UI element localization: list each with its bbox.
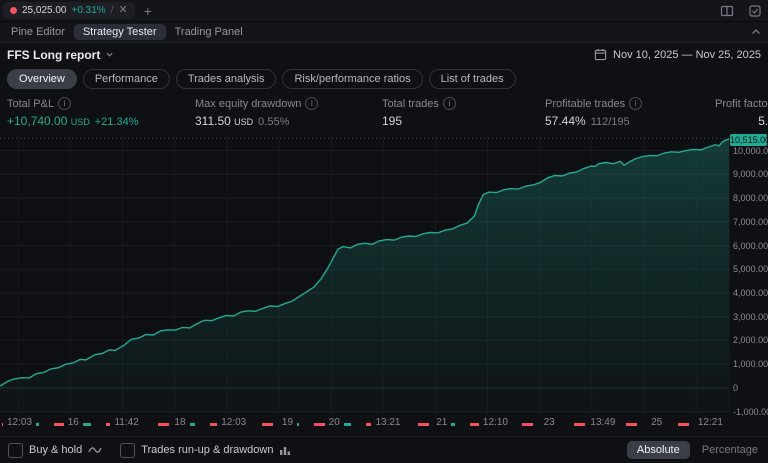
y-axis-label: 2,000.00 — [733, 335, 768, 345]
stat-label: Total trades — [382, 97, 439, 110]
chevron-down-icon — [106, 52, 113, 57]
x-axis-label: 16 — [63, 414, 83, 431]
editor-tab-bar: Pine Editor Strategy Tester Trading Pane… — [0, 22, 768, 43]
x-axis-label: 20 — [324, 414, 344, 431]
stat-extra: 112/195 — [590, 116, 630, 128]
percentage-button[interactable]: Percentage — [702, 444, 760, 456]
absolute-button[interactable]: Absolute — [626, 441, 690, 459]
x-axis-label: 12:03 — [217, 414, 251, 431]
y-axis-label: 8,000.00 — [733, 193, 768, 203]
checkbox-icon[interactable] — [120, 442, 136, 458]
stat-extra: 0.55% — [258, 116, 290, 128]
footer-bar: Buy & hold Trades run-up & drawdown Abso… — [0, 436, 768, 463]
x-axis-label: 12:21 — [693, 414, 727, 431]
stat-label: Profit factor — [715, 97, 768, 110]
trades-runup-drawdown-checkbox[interactable]: Trades run-up & drawdown — [120, 442, 291, 458]
x-axis-label: 21 — [432, 414, 452, 431]
equity-plot-area[interactable] — [0, 134, 730, 414]
x-axis-label: 25 — [647, 414, 667, 431]
y-axis-label: 7,000.00 — [733, 217, 768, 227]
calendar-icon — [594, 48, 607, 61]
x-axis-label: 19 — [277, 414, 298, 431]
tab-list-of-trades[interactable]: List of trades — [428, 69, 516, 89]
y-axis-label: 6,000.00 — [733, 241, 768, 251]
stat-value: +10,740.00 — [7, 114, 68, 128]
y-axis-label: 10,000.00 — [733, 146, 768, 156]
symbol-tab[interactable]: 25,025.00 +0.31% / ✕ — [3, 2, 135, 19]
stat-profit-factor: Profit factor 5.384 — [715, 97, 768, 129]
y-axis-label: 5,000.00 — [733, 264, 768, 274]
x-axis-label: 18 — [170, 414, 190, 431]
report-title: FFS Long report — [7, 47, 101, 62]
y-axis-label: 3,000.00 — [733, 312, 768, 322]
info-icon[interactable] — [442, 97, 456, 110]
stat-value: 5.384 — [758, 114, 768, 128]
equity-chart: 10,515.00 10,000.00 9,000.00 8,000.00 7,000… — [0, 134, 768, 417]
info-icon[interactable] — [629, 97, 643, 110]
tab-overview[interactable]: Overview — [7, 69, 77, 89]
stat-label: Total P&L — [7, 97, 55, 110]
equity-curve — [0, 134, 730, 414]
info-icon[interactable] — [58, 97, 72, 110]
stat-profitable-trades: Profitable trades 57.44% 112/195 — [545, 97, 715, 128]
x-axis-label: 11:42 — [110, 414, 143, 431]
stat-total-trades: Total trades 195 — [382, 97, 545, 128]
columns-icon — [280, 446, 291, 455]
x-axis-label: 23 — [539, 414, 559, 431]
x-axis-label: 13:21 — [371, 414, 405, 431]
top-tab-bar: 25,025.00 +0.31% / ✕ + — [0, 0, 768, 22]
last-value-badge: 10,515.00 — [730, 134, 768, 146]
trades-runup-drawdown-label: Trades run-up & drawdown — [141, 444, 274, 456]
y-axis-label: -1,000.00 — [733, 407, 768, 417]
tab-risk-performance-ratios[interactable]: Risk/performance ratios — [282, 69, 423, 89]
date-range-label: Nov 10, 2025 — Nov 25, 2025 — [613, 48, 761, 61]
symbol-change: +0.31% — [71, 5, 106, 16]
report-header: FFS Long report Nov 10, 2025 — Nov 25, 2… — [0, 43, 768, 66]
stat-value: 311.50 — [195, 114, 231, 128]
x-axis[interactable]: 12:03 16 11:42 18 12:03 19 20 13:21 21 12:10 23 13:… — [0, 414, 730, 436]
symbol-dot-icon — [10, 7, 17, 14]
buy-hold-checkbox[interactable]: Buy & hold — [8, 442, 102, 458]
stat-label: Max equity drawdown — [195, 97, 302, 110]
stat-value: 57.44% — [545, 114, 586, 128]
x-axis-label: 12:03 — [3, 414, 37, 431]
y-axis-label: 0 — [733, 383, 739, 393]
info-icon[interactable] — [305, 97, 319, 110]
y-axis[interactable]: 10,515.00 10,000.00 9,000.00 8,000.00 7,000… — [729, 134, 768, 417]
tab-separator: / — [110, 5, 114, 16]
stat-value: 195 — [382, 114, 403, 128]
stat-unit: USD — [70, 117, 90, 127]
tab-trades-analysis[interactable]: Trades analysis — [175, 69, 277, 89]
new-tab-button[interactable]: + — [144, 3, 152, 19]
tab-strategy-tester[interactable]: Strategy Tester — [73, 24, 166, 40]
stat-unit: USD — [234, 117, 254, 127]
save-layout-icon[interactable] — [748, 4, 762, 18]
y-axis-label: 1,000.00 — [733, 359, 768, 369]
x-axis-label: 13:49 — [586, 414, 620, 431]
report-nav-tabs: Overview Performance Trades analysis Ris… — [0, 66, 768, 92]
y-axis-label: 9,000.00 — [733, 169, 768, 179]
strategy-tester-window: { "window": { "tab": {"price": "25,025.0… — [0, 0, 768, 459]
date-range-picker[interactable]: Nov 10, 2025 — Nov 25, 2025 — [594, 48, 761, 61]
x-axis-label: 12:10 — [478, 414, 512, 431]
symbol-price: 25,025.00 — [22, 5, 67, 16]
collapse-panel-icon[interactable] — [749, 25, 763, 39]
layout-grid-icon[interactable] — [720, 4, 734, 18]
buy-hold-label: Buy & hold — [29, 444, 83, 456]
tab-pine-editor[interactable]: Pine Editor — [2, 24, 74, 40]
tab-trading-panel[interactable]: Trading Panel — [166, 24, 252, 40]
close-tab-icon[interactable]: ✕ — [118, 5, 127, 16]
stat-label: Profitable trades — [545, 97, 626, 110]
line-curve-icon — [88, 447, 102, 453]
display-mode-toggle: Absolute Percentage — [626, 441, 760, 459]
report-selector[interactable]: FFS Long report — [7, 48, 114, 62]
checkbox-icon[interactable] — [8, 442, 23, 458]
stat-extra: +21.34% — [94, 116, 139, 128]
stat-max-drawdown: Max equity drawdown 311.50 USD 0.55% — [195, 97, 382, 128]
stats-row: Total P&L +10,740.00 USD +21.34% Max equi… — [0, 92, 768, 134]
stat-total-pnl: Total P&L +10,740.00 USD +21.34% — [7, 97, 195, 128]
y-axis-label: 4,000.00 — [733, 288, 768, 298]
x-axis-labels: 12:03 16 11:42 18 12:03 19 20 13:21 21 12:10 23 13:… — [0, 414, 730, 436]
tab-performance[interactable]: Performance — [82, 69, 170, 89]
